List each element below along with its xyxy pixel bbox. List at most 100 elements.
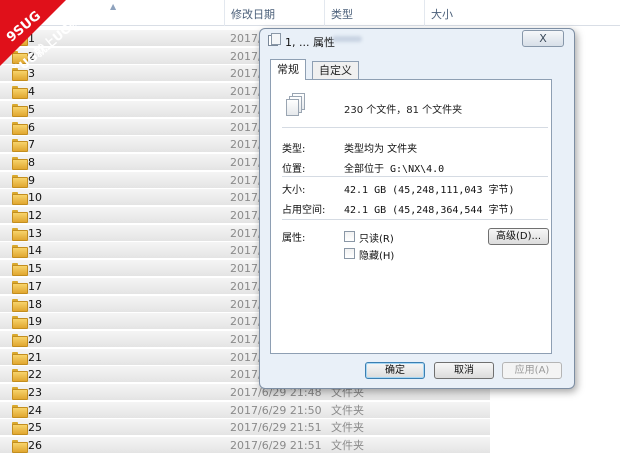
folder-icon bbox=[12, 156, 28, 170]
folder-name: 7 bbox=[28, 138, 35, 152]
folder-icon bbox=[12, 351, 28, 365]
ok-button[interactable]: 确定 bbox=[365, 362, 425, 379]
folder-icon bbox=[12, 68, 28, 82]
folder-date: 2017/ bbox=[230, 49, 262, 63]
close-button[interactable]: X bbox=[522, 30, 564, 47]
folder-name: 12 bbox=[28, 209, 42, 222]
folder-name: 19 bbox=[28, 315, 42, 329]
folder-name: 8 bbox=[28, 155, 35, 169]
folder-icon bbox=[12, 139, 28, 153]
folder-name: 14 bbox=[28, 244, 42, 258]
files-icon bbox=[268, 33, 281, 46]
folder-date: 2017/ bbox=[230, 67, 262, 81]
blurred-title-text bbox=[332, 36, 362, 42]
summary-text: 230 个文件，81 个文件夹 bbox=[344, 105, 463, 116]
folder-name: 15 bbox=[28, 262, 42, 276]
column-header-size[interactable]: 大小 bbox=[424, 0, 492, 26]
tab-area: 常规 自定义 230 个文件，81 个文件夹 类型: 类型均为 文件夹 位置: … bbox=[268, 59, 566, 357]
tab-custom[interactable]: 自定义 bbox=[312, 61, 359, 79]
watermark: 9SUG 学UG就上UG网 bbox=[0, 0, 92, 68]
folder-date: 2017/ bbox=[230, 226, 262, 240]
folder-name: 5 bbox=[28, 102, 35, 116]
folder-icon bbox=[12, 298, 28, 312]
folder-date: 2017/6/29 21:51 bbox=[230, 421, 322, 435]
folder-date: 2017/ bbox=[230, 138, 262, 152]
folder-icon bbox=[12, 86, 28, 100]
folder-name: 9 bbox=[28, 173, 35, 187]
folder-type: 文件夹 bbox=[331, 403, 364, 417]
folder-name: 22 bbox=[28, 368, 42, 382]
folder-name: 24 bbox=[28, 403, 42, 417]
column-header-type[interactable]: 类型 bbox=[324, 0, 424, 26]
folder-name: 18 bbox=[28, 297, 42, 311]
folder-date: 2017/6/29 21:51 bbox=[230, 439, 322, 453]
folder-icon bbox=[12, 103, 28, 117]
type-value: 类型均为 文件夹 bbox=[344, 144, 418, 155]
folder-icon bbox=[12, 369, 28, 383]
folder-icon bbox=[12, 263, 28, 277]
apply-button[interactable]: 应用(A) bbox=[502, 362, 562, 379]
folder-name: 4 bbox=[28, 85, 35, 99]
properties-dialog: 1, ... 属性 X 常规 自定义 230 个文件，81 个文件夹 类型: 类… bbox=[259, 28, 575, 389]
folder-name: 20 bbox=[28, 332, 42, 346]
folder-name: 23 bbox=[28, 386, 42, 399]
folder-date: 2017/6/29 21:50 bbox=[230, 403, 322, 417]
folder-type: 文件夹 bbox=[331, 421, 364, 435]
folder-name: 13 bbox=[28, 226, 42, 240]
folder-icon bbox=[12, 227, 28, 241]
folder-name: 10 bbox=[28, 191, 42, 205]
folder-icon bbox=[12, 387, 28, 400]
folder-date: 2017/ bbox=[230, 315, 262, 329]
folder-date: 2017/ bbox=[230, 120, 262, 134]
folder-date: 2017/ bbox=[230, 85, 262, 99]
folder-date: 2017/ bbox=[230, 32, 262, 45]
folder-name: 21 bbox=[28, 350, 42, 364]
tab-general[interactable]: 常规 bbox=[270, 59, 306, 80]
sort-up-icon: ▲ bbox=[110, 2, 117, 11]
folder-date: 2017/ bbox=[230, 244, 262, 258]
dialog-titlebar[interactable]: 1, ... 属性 X bbox=[260, 29, 574, 51]
general-panel: 230 个文件，81 个文件夹 类型: 类型均为 文件夹 位置: 全部位于 G:… bbox=[270, 79, 552, 354]
size-label: 大小: bbox=[282, 185, 306, 196]
readonly-checkbox[interactable] bbox=[344, 231, 355, 242]
folder-date: 2017/ bbox=[230, 332, 262, 346]
folder-date: 2017/ bbox=[230, 279, 262, 293]
type-label: 类型: bbox=[282, 144, 306, 155]
location-label: 位置: bbox=[282, 164, 306, 175]
column-header-date[interactable]: 修改日期 bbox=[224, 0, 324, 26]
folder-icon bbox=[12, 174, 28, 188]
advanced-button[interactable]: 高级(D)... bbox=[488, 228, 549, 245]
folder-date: 2017/ bbox=[230, 191, 262, 205]
disk-size-value: 42.1 GB (45,248,364,544 字节) bbox=[344, 205, 515, 216]
folder-row[interactable]: 24 2017/6/29 21:50 文件夹 bbox=[0, 401, 490, 419]
folder-icon bbox=[12, 333, 28, 347]
folder-date: 2017/ bbox=[230, 368, 262, 382]
folder-icon bbox=[12, 192, 28, 206]
folder-name: 25 bbox=[28, 421, 42, 435]
hidden-checkbox[interactable] bbox=[344, 248, 355, 259]
folder-icon bbox=[12, 280, 28, 294]
folder-date: 2017/ bbox=[230, 173, 262, 187]
hidden-label[interactable]: 隐藏(H) bbox=[359, 247, 394, 262]
disk-size-label: 占用空间: bbox=[282, 205, 326, 216]
readonly-label[interactable]: 只读(R) bbox=[359, 230, 394, 245]
multiple-files-icon bbox=[286, 93, 308, 117]
folder-date: 2017/ bbox=[230, 155, 262, 169]
location-value: 全部位于 G:\NX\4.0 bbox=[344, 164, 445, 175]
folder-icon bbox=[12, 121, 28, 135]
dialog-title: 1, ... 属性 bbox=[285, 36, 335, 49]
folder-date: 2017/ bbox=[230, 262, 262, 276]
column-headers: ▲ 修改日期 类型 大小 bbox=[0, 0, 620, 26]
folder-icon bbox=[12, 404, 28, 418]
folder-icon bbox=[12, 245, 28, 259]
folder-name: 6 bbox=[28, 120, 35, 134]
folder-date: 2017/ bbox=[230, 350, 262, 364]
folder-date: 2017/ bbox=[230, 102, 262, 116]
cancel-button[interactable]: 取消 bbox=[434, 362, 494, 379]
folder-row[interactable]: 25 2017/6/29 21:51 文件夹 bbox=[0, 419, 490, 437]
folder-row[interactable]: 26 2017/6/29 21:51 文件夹 bbox=[0, 437, 490, 455]
folder-icon bbox=[12, 316, 28, 330]
folder-date: 2017/ bbox=[230, 297, 262, 311]
folder-icon bbox=[12, 422, 28, 436]
folder-name: 26 bbox=[28, 439, 42, 453]
